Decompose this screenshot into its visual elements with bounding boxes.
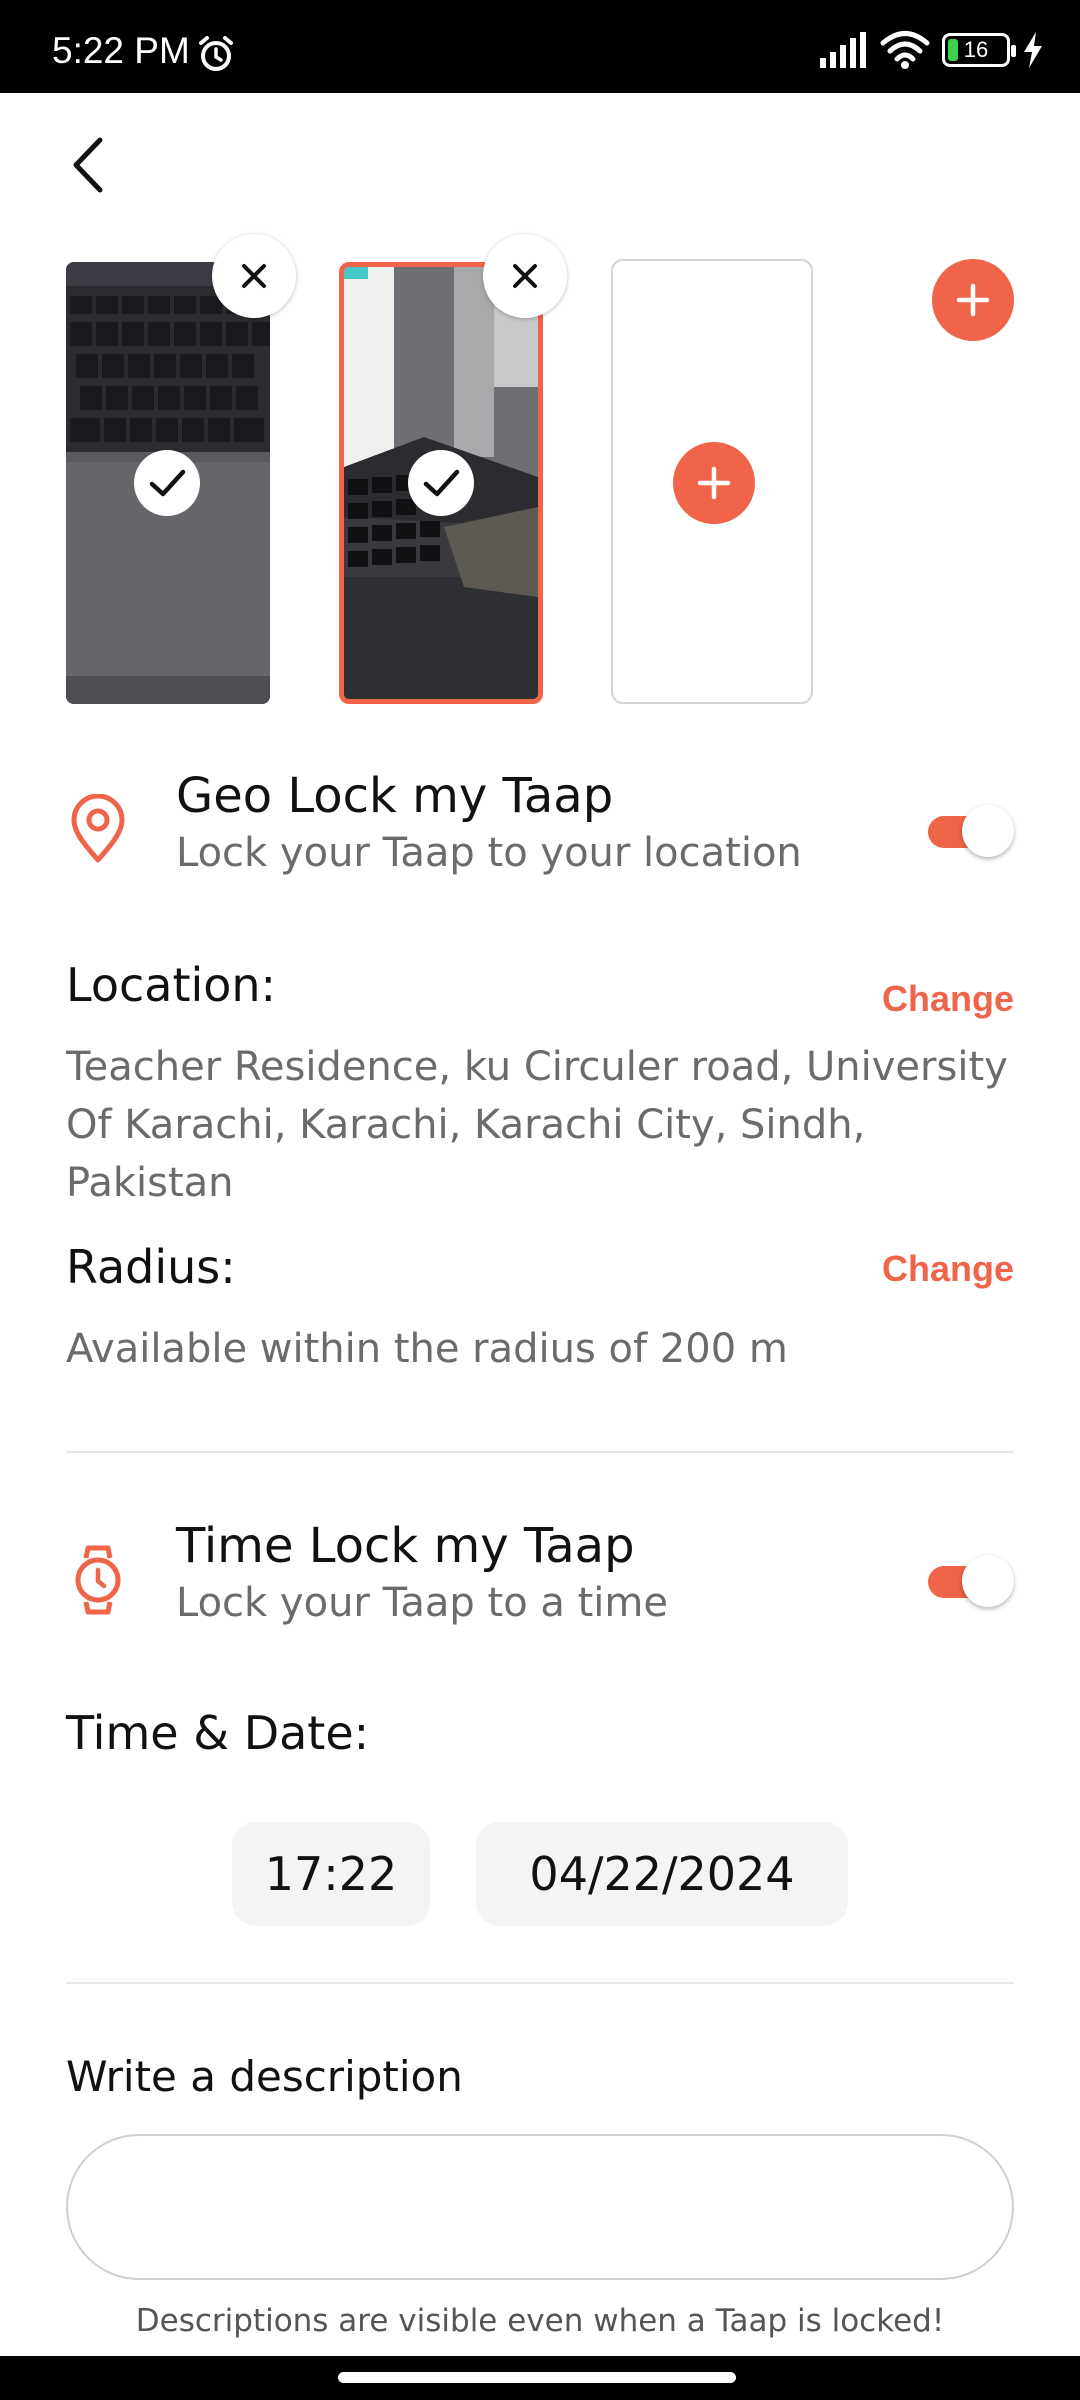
- close-icon: [513, 264, 537, 288]
- selected-check-badge: [134, 450, 200, 516]
- geo-lock-row: Geo Lock my Taap Lock your Taap to your …: [66, 768, 1014, 888]
- battery-indicator: 16: [942, 33, 1016, 67]
- time-picker[interactable]: 17:22: [232, 1822, 430, 1926]
- battery-fill: [948, 39, 958, 61]
- toggle-knob: [962, 805, 1014, 857]
- add-media-button[interactable]: [932, 259, 1014, 341]
- time-lock-subtitle: Lock your Taap to a time: [176, 1580, 668, 1626]
- location-pin-icon: [71, 794, 125, 863]
- geo-lock-subtitle: Lock your Taap to your location: [176, 830, 802, 876]
- check-icon: [423, 469, 460, 497]
- remove-photo-button[interactable]: [483, 234, 567, 318]
- date-picker[interactable]: 04/22/2024: [476, 1822, 848, 1926]
- add-photo-slot[interactable]: [611, 259, 813, 704]
- close-icon: [242, 264, 266, 288]
- toggle-knob: [962, 1555, 1014, 1607]
- time-lock-title: Time Lock my Taap: [176, 1518, 635, 1574]
- geo-lock-title: Geo Lock my Taap: [176, 768, 614, 824]
- plus-icon: [956, 283, 990, 317]
- time-date-label: Time & Date:: [66, 1706, 370, 1760]
- signal-icon: [820, 32, 866, 68]
- divider: [66, 1451, 1014, 1453]
- description-label: Write a description: [66, 2052, 463, 2101]
- back-button[interactable]: [60, 130, 120, 200]
- alarm-icon: [199, 36, 233, 71]
- geo-lock-toggle[interactable]: [922, 802, 1014, 858]
- divider: [66, 1982, 1014, 1984]
- description-input[interactable]: [66, 2134, 1014, 2280]
- time-lock-row: Time Lock my Taap Lock your Taap to a ti…: [66, 1518, 1014, 1638]
- charging-icon: [1024, 32, 1042, 68]
- location-label: Location:: [66, 958, 277, 1012]
- selected-check-badge: [408, 450, 474, 516]
- status-icons: 16: [818, 30, 1044, 70]
- radius-label: Radius:: [66, 1240, 236, 1294]
- navigation-bar: [0, 2356, 1080, 2400]
- watch-icon: [75, 1545, 121, 1615]
- description-note: Descriptions are visible even when a Taa…: [135, 2303, 945, 2339]
- change-radius-link[interactable]: Change: [882, 1248, 1014, 1290]
- status-bar: 5:22 PM 16: [0, 0, 1080, 93]
- add-photo-button[interactable]: [673, 442, 755, 524]
- time-lock-toggle[interactable]: [922, 1552, 1014, 1608]
- location-address: Teacher Residence, ku Circuler road, Uni…: [66, 1044, 1008, 1206]
- photo-thumbnail-active[interactable]: [339, 262, 543, 704]
- status-time: 5:22 PM: [52, 30, 190, 71]
- photo-thumbnail[interactable]: [66, 262, 270, 704]
- wifi-icon: [880, 31, 930, 69]
- plus-icon: [697, 466, 731, 500]
- radius-text: Available within the radius of 200 m: [66, 1326, 788, 1372]
- remove-photo-button[interactable]: [212, 234, 296, 318]
- change-location-link[interactable]: Change: [882, 978, 1014, 1020]
- home-indicator[interactable]: [338, 2372, 736, 2383]
- battery-level: 16: [963, 37, 989, 62]
- check-icon: [149, 469, 186, 497]
